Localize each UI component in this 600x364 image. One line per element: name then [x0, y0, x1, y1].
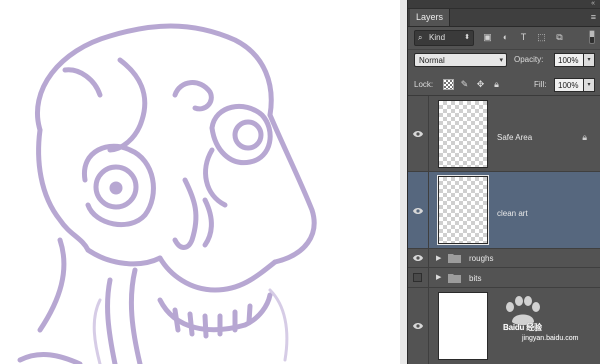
- blend-row: Normal ▾ Opacity: 100% ▾: [408, 50, 600, 72]
- lock-transparent-pixels-icon[interactable]: [443, 79, 454, 90]
- canvas-panel-divider: [400, 0, 407, 364]
- visibility-cell[interactable]: [408, 268, 429, 287]
- chevron-updown-icon: ⬍: [464, 34, 470, 41]
- expand-arrow-icon[interactable]: ▶: [436, 254, 441, 262]
- fill-input[interactable]: 100%: [554, 78, 584, 92]
- visibility-cell[interactable]: [408, 96, 429, 171]
- opacity-label: Opacity:: [514, 55, 544, 64]
- layer-name[interactable]: Safe Area: [497, 133, 532, 142]
- watermark-text: Baidu 经验: [503, 323, 542, 332]
- document-canvas[interactable]: [0, 0, 407, 364]
- folder-icon: [448, 254, 461, 263]
- layer-thumbnail: [438, 292, 488, 360]
- folder-icon: [448, 274, 461, 283]
- skull-sketch: [17, 23, 317, 364]
- visibility-cell[interactable]: [408, 172, 429, 248]
- layer-thumbnail: [438, 100, 488, 168]
- image-filter-icon[interactable]: ▣: [481, 31, 494, 43]
- shape-filter-icon[interactable]: ⬚: [535, 31, 548, 43]
- search-icon: ⌕: [418, 33, 423, 42]
- visibility-cell[interactable]: [408, 288, 429, 364]
- lock-all-icon[interactable]: 🔒︎: [491, 79, 502, 90]
- eye-icon[interactable]: [413, 254, 423, 262]
- expand-arrow-icon[interactable]: ▶: [436, 273, 441, 281]
- adjustment-filter-icon[interactable]: ◐: [499, 31, 512, 43]
- collapse-panel-icon[interactable]: «: [591, 0, 595, 8]
- kind-filter-select[interactable]: ⌕ Kind ⬍: [414, 30, 474, 46]
- eye-icon[interactable]: [413, 322, 423, 330]
- visibility-cell[interactable]: [408, 249, 429, 267]
- layer-row-clean-art[interactable]: clean art: [408, 172, 600, 249]
- opacity-input[interactable]: 100%: [554, 53, 584, 67]
- layer-group-roughs[interactable]: ▶ roughs: [408, 249, 600, 268]
- tab-layers-label: Layers: [416, 12, 444, 22]
- panel-menu-icon[interactable]: ≡: [591, 12, 596, 22]
- tab-layers[interactable]: Layers: [410, 9, 451, 26]
- layer-thumbnail: [437, 175, 489, 245]
- opacity-dropdown-icon[interactable]: ▾: [584, 53, 595, 67]
- lock-position-icon[interactable]: ✥: [475, 79, 486, 90]
- fill-label: Fill:: [534, 80, 547, 89]
- watermark-url: jingyan.baidu.com: [522, 335, 579, 342]
- blend-mode-value: Normal: [419, 56, 445, 65]
- group-name[interactable]: roughs: [469, 254, 493, 263]
- hidden-visibility-box[interactable]: [413, 273, 422, 282]
- fill-dropdown-icon[interactable]: ▾: [584, 78, 595, 92]
- panel-tab-row: Layers ≡: [408, 9, 600, 27]
- type-filter-icon[interactable]: T: [517, 31, 530, 43]
- layer-lock-icon: 🔒︎: [582, 132, 587, 142]
- panel-top-bar: «: [408, 0, 600, 9]
- eye-icon[interactable]: [413, 130, 423, 138]
- layer-filter-row: ⌕ Kind ⬍ ▣ ◐ T ⬚ ⧉: [408, 27, 600, 50]
- layer-name[interactable]: clean art: [497, 209, 528, 218]
- lock-image-pixels-icon[interactable]: ✎: [459, 79, 470, 90]
- eye-icon[interactable]: [413, 207, 423, 215]
- smart-object-filter-icon[interactable]: ⧉: [553, 31, 566, 43]
- lock-label: Lock:: [414, 80, 434, 89]
- blend-mode-select[interactable]: Normal ▾: [414, 53, 507, 67]
- chevron-down-icon: ▾: [499, 57, 503, 64]
- layers-panel: « Layers ≡ ⌕ Kind ⬍ ▣ ◐ T ⬚ ⧉ Normal ▾ O…: [407, 0, 600, 364]
- group-name[interactable]: bits: [469, 274, 481, 283]
- filter-toggle-switch[interactable]: [589, 30, 595, 44]
- layer-row-safe-area[interactable]: Safe Area 🔒︎: [408, 96, 600, 172]
- kind-filter-label: Kind: [429, 33, 446, 42]
- lock-row: Lock: ✎ ✥ 🔒︎ Fill: 100% ▾: [408, 75, 600, 96]
- layer-group-bits[interactable]: ▶ bits: [408, 268, 600, 288]
